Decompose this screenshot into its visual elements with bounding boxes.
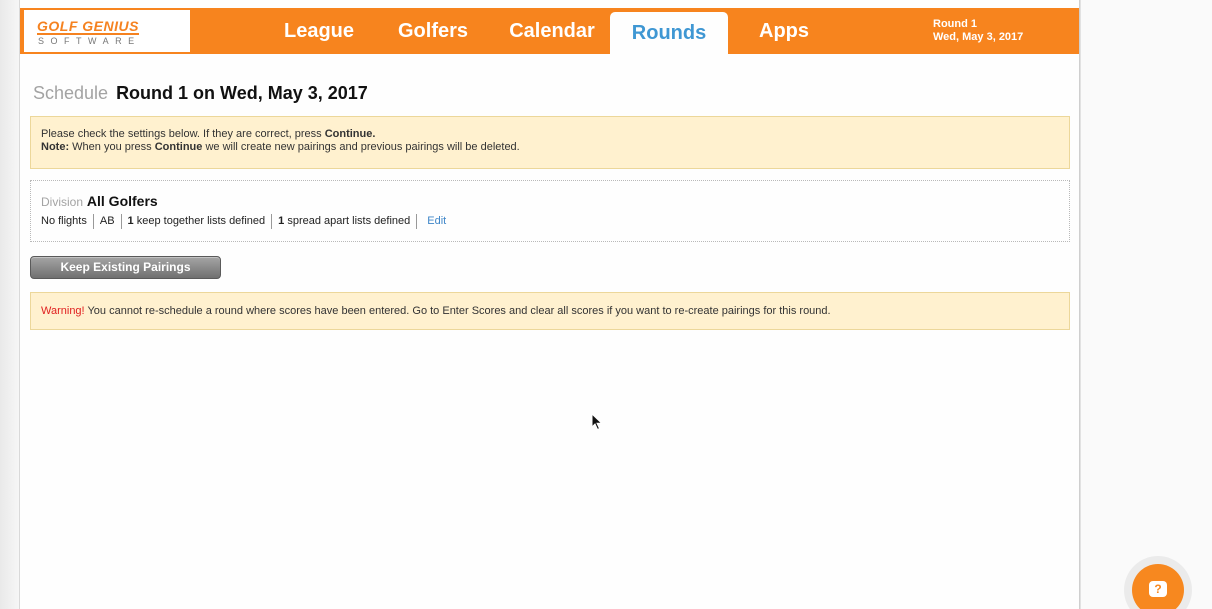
note-continue: Continue — [154, 141, 203, 153]
warning-notice: Warning! You cannot re-schedule a round … — [30, 292, 1070, 330]
notice-line-2: Note: When you press Continue we will cr… — [41, 141, 1059, 154]
keep-together-count: 1 — [127, 215, 134, 227]
divider — [120, 213, 122, 229]
tab-calendar[interactable]: Calendar — [501, 8, 603, 54]
info-notice: Please check the settings below. If they… — [30, 116, 1070, 169]
warning-text: You cannot re-schedule a round where sco… — [87, 305, 831, 317]
spread-apart-text: spread apart lists defined — [287, 215, 411, 227]
division-code: AB — [99, 215, 115, 227]
section-label: Schedule — [33, 83, 109, 103]
edit-link[interactable]: Edit — [427, 215, 446, 227]
divider — [416, 213, 418, 229]
round-title: Round 1 on Wed, May 3, 2017 — [116, 83, 368, 103]
round-date: Wed, May 3, 2017 — [933, 31, 1024, 43]
mouse-pointer-icon — [591, 413, 603, 431]
app-frame: GOLF GENIUS SOFTWARE League Golfers Cale… — [19, 0, 1080, 609]
keep-together-text: keep together lists defined — [136, 215, 266, 227]
tab-rounds[interactable]: Rounds — [610, 12, 728, 54]
division-title: Division All Golfers — [41, 193, 1059, 210]
note-text-2: we will create new pairings and previous… — [205, 141, 520, 153]
help-chat-icon: ? — [1149, 581, 1167, 597]
round-label: Round 1 — [933, 18, 977, 30]
division-settings: No flights AB 1 keep together lists define… — [41, 213, 1059, 230]
page-title: Schedule Round 1 on Wed, May 3, 2017 — [33, 82, 368, 104]
current-round-info: Round 1 Wed, May 3, 2017 — [933, 18, 1023, 44]
help-chat-button[interactable]: ? — [1132, 564, 1184, 609]
logo-title: GOLF GENIUS — [37, 18, 139, 35]
division-name: All Golfers — [86, 193, 158, 209]
division-label: Division — [41, 195, 84, 209]
logo[interactable]: GOLF GENIUS SOFTWARE — [24, 10, 190, 52]
help-widget: ? — [1124, 556, 1192, 609]
top-nav-bar: GOLF GENIUS SOFTWARE League Golfers Cale… — [20, 8, 1079, 54]
notice-continue: Continue. — [324, 128, 376, 140]
divider — [271, 213, 273, 229]
tab-apps[interactable]: Apps — [754, 8, 814, 54]
left-gutter — [0, 0, 19, 609]
note-label: Note: — [41, 141, 70, 153]
right-gutter — [1080, 0, 1212, 609]
spread-apart-count: 1 — [278, 215, 285, 227]
keep-existing-pairings-button[interactable]: Keep Existing Pairings — [30, 256, 221, 279]
flights-info: No flights — [41, 215, 87, 227]
warning-label: Warning! — [41, 305, 85, 317]
division-panel: Division All Golfers No flights AB 1 keep … — [30, 180, 1070, 242]
notice-text: Please check the settings below. If they… — [41, 128, 322, 140]
notice-line-1: Please check the settings below. If they… — [41, 128, 1059, 141]
tab-golfers[interactable]: Golfers — [390, 8, 476, 54]
tab-league[interactable]: League — [278, 8, 360, 54]
note-text-1: When you press — [72, 141, 152, 153]
logo-subtitle: SOFTWARE — [38, 36, 141, 46]
divider — [92, 213, 94, 229]
